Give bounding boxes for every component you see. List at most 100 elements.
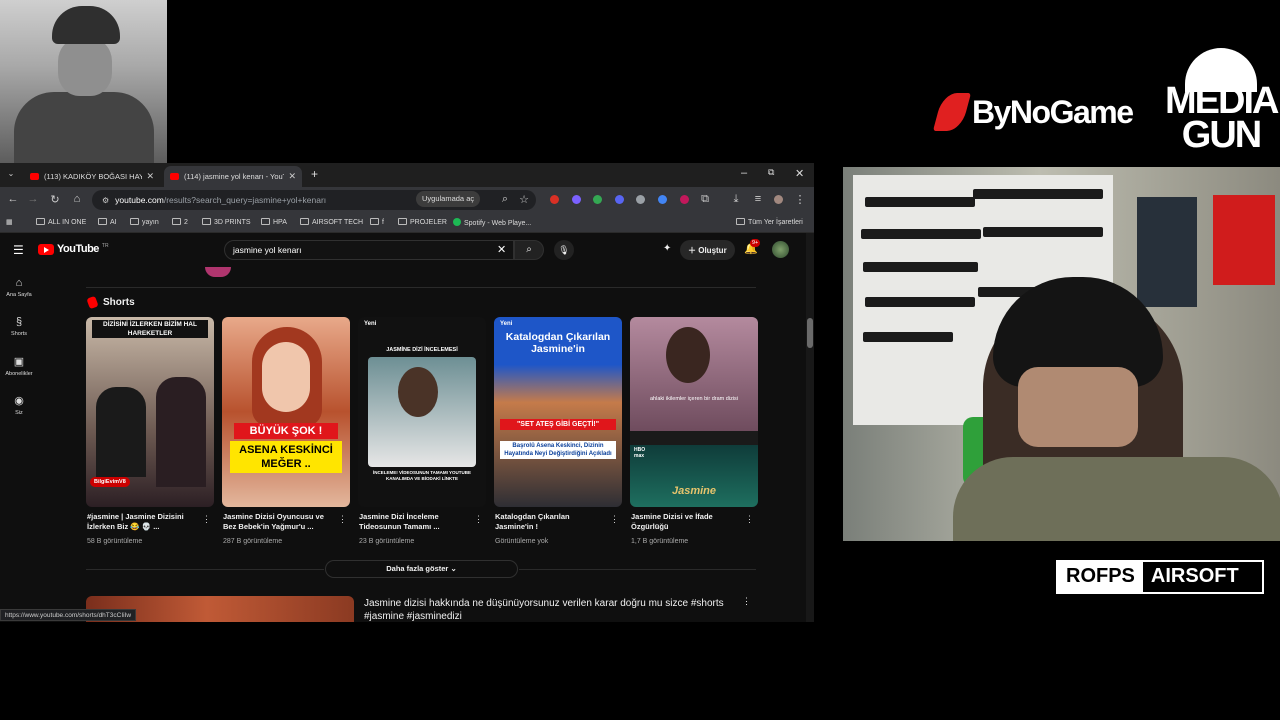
more-options-icon[interactable]: ⋮	[610, 514, 619, 525]
home-icon: ⌂	[15, 277, 23, 289]
short-card[interactable]: Yeni Katalogdan Çıkarılan Jasmine'in "SE…	[494, 317, 622, 507]
bookmark-item[interactable]: AI	[98, 218, 117, 226]
extension-icon[interactable]	[680, 195, 689, 204]
extensions-puzzle-icon[interactable]: ⧉	[698, 193, 712, 206]
short-card[interactable]: DİZİSİNİ İZLERKEN BİZİM HAL HAREKETLER B…	[86, 317, 214, 507]
youtube-favicon-icon	[30, 173, 39, 180]
short-title[interactable]: #jasmine | Jasmine Dizisini İzlerken Biz…	[87, 512, 202, 532]
bookmark-item[interactable]: Spotify - Web Playe...	[453, 218, 531, 227]
shorts-section-heading: Shorts	[86, 295, 135, 310]
tab-kadikoy[interactable]: (113) KADIKÖY BOĞASI HAYRE ✕	[24, 166, 160, 187]
bookmark-item[interactable]: HPA	[261, 218, 287, 226]
sidebar-item-home[interactable]: ⌂ Ana Sayfa	[0, 277, 38, 298]
short-views: 23 B görüntüleme	[359, 538, 415, 545]
youtube-logo[interactable]: YouTube TR	[38, 243, 109, 255]
open-in-app-button[interactable]: Uygulamada aç	[416, 191, 481, 207]
search-button[interactable]: ⌕	[514, 240, 544, 260]
chevron-down-icon: ⌄	[450, 564, 457, 573]
more-options-icon[interactable]: ⋮	[474, 514, 483, 525]
sidebar-item-shorts[interactable]: § Shorts	[0, 316, 38, 337]
extension-icon[interactable]	[636, 195, 645, 204]
webcam-feed	[843, 167, 1280, 541]
notification-badge: 9+	[750, 239, 761, 247]
new-tab-button[interactable]: +	[311, 167, 318, 181]
bookmark-item[interactable]: 2	[172, 218, 188, 226]
show-more-button[interactable]: Daha fazla göster ⌄	[325, 560, 518, 578]
more-options-icon[interactable]: ⋮	[742, 596, 751, 607]
bookmark-star-icon[interactable]: ☆	[517, 193, 531, 206]
browser-menu-icon[interactable]: ⋮	[793, 193, 807, 206]
youtube-page: ☰ YouTube TR jasmine yol kenarı ✕ ⌕ 🎙 ✦ …	[0, 233, 814, 622]
minimize-button[interactable]: –	[741, 167, 747, 179]
youtube-header: ☰ YouTube TR jasmine yol kenarı ✕ ⌕ 🎙 ✦ …	[0, 233, 806, 267]
sidebar-item-you[interactable]: ◉ Siz	[0, 394, 38, 416]
bookmark-item[interactable]: yayın	[130, 218, 159, 226]
short-title[interactable]: Jasmine Dizisi Oyuncusu ve Bez Bebek'in …	[223, 512, 338, 532]
avatar[interactable]	[772, 241, 789, 258]
create-button[interactable]: ＋ Oluştur	[680, 240, 735, 260]
tab-jasmine[interactable]: (114) jasmine yol kenarı - YouTu ✕	[164, 166, 302, 187]
site-info-icon[interactable]: ⚙	[102, 196, 109, 205]
clear-search-icon[interactable]: ✕	[497, 243, 506, 256]
shorts-icon: §	[15, 316, 23, 328]
more-options-icon[interactable]: ⋮	[338, 514, 347, 525]
short-title[interactable]: Jasmine Dizi İnceleme Tideosunun Tamamı …	[359, 512, 474, 532]
profile-avatar[interactable]	[774, 195, 783, 204]
bookmark-item[interactable]: AIRSOFT TECH	[300, 218, 363, 226]
close-window-button[interactable]: ✕	[795, 167, 804, 180]
short-views: 287 B görüntüleme	[223, 538, 283, 545]
microphone-icon[interactable]: 🎙	[554, 240, 574, 260]
rofps-airsoft-logo: ROFPS AIRSOFT	[1056, 560, 1264, 594]
download-icon[interactable]: ⤓	[729, 193, 743, 206]
bynogame-logo: ByNoGame	[932, 90, 1134, 134]
more-options-icon[interactable]: ⋮	[745, 514, 754, 525]
reload-icon[interactable]: ↻	[48, 193, 62, 206]
extension-icon[interactable]	[658, 195, 667, 204]
scrollbar-thumb[interactable]	[807, 318, 813, 348]
short-card[interactable]: ahlaki ikilemler içeren bir dram dizisi …	[630, 317, 758, 507]
shorts-logo-icon	[86, 295, 99, 310]
tab-search-icon[interactable]: ⌄	[4, 169, 18, 178]
section-divider	[519, 569, 756, 570]
zoom-icon[interactable]: ⌕	[498, 193, 512, 206]
more-options-icon[interactable]: ⋮	[202, 514, 211, 525]
maximize-button[interactable]: ⧉	[768, 167, 774, 178]
sparkle-icon[interactable]: ✦	[663, 243, 671, 254]
short-card[interactable]: Yeni JASMİNE DİZİ İNCELEMESİ İNCELEME! V…	[358, 317, 486, 507]
short-card[interactable]: BÜYÜK ŞOK ! ASENA KESKİNCİ MEĞER ..	[222, 317, 350, 507]
extension-icon[interactable]	[550, 195, 559, 204]
channel-avatar[interactable]	[205, 267, 231, 277]
forward-icon[interactable]: →	[26, 193, 40, 205]
extension-icon[interactable]	[572, 195, 581, 204]
tab-strip: ⌄ (113) KADIKÖY BOĞASI HAYRE ✕ (114) jas…	[0, 163, 814, 187]
extension-icon[interactable]	[593, 195, 602, 204]
media-control-icon[interactable]: ≡	[751, 193, 765, 205]
scrollbar[interactable]	[806, 233, 814, 622]
youtube-favicon-icon	[170, 173, 179, 180]
short-title[interactable]: Katalogdan Çıkarılan Jasmine'in !	[495, 512, 610, 532]
extension-icon[interactable]	[615, 195, 624, 204]
apps-grid-icon[interactable]: ▦	[6, 218, 13, 226]
sidebar-item-subscriptions[interactable]: ▣ Abonelikler	[0, 355, 38, 377]
section-divider	[86, 287, 756, 288]
bookmark-item[interactable]: f	[370, 218, 384, 226]
home-icon[interactable]: ⌂	[70, 193, 84, 205]
bookmark-item[interactable]: 3D PRINTS	[202, 218, 251, 226]
search-input[interactable]: jasmine yol kenarı	[224, 240, 514, 260]
close-tab-icon[interactable]: ✕	[146, 171, 154, 182]
close-tab-icon[interactable]: ✕	[288, 171, 296, 182]
bookmark-item[interactable]: ALL IN ONE	[36, 218, 86, 226]
browser-toolbar: ← → ↻ ⌂ ⚙ youtube.com/results?search_que…	[0, 187, 814, 213]
short-views: 58 B görüntüleme	[87, 538, 143, 545]
hamburger-menu-icon[interactable]: ☰	[13, 243, 24, 257]
status-url: https://www.youtube.com/shorts/dhT3cCIiI…	[0, 609, 137, 621]
video-title[interactable]: Jasmine dizisi hakkında ne düşünüyorsunu…	[364, 597, 734, 622]
bookmarks-bar: ▦ ALL IN ONE AI yayın 2 3D PRINTS HPA AI…	[0, 213, 814, 233]
subscriptions-icon: ▣	[13, 356, 25, 368]
all-bookmarks[interactable]: Tüm Yer İşaretleri	[736, 218, 803, 226]
portrait-image	[0, 0, 167, 163]
bookmark-item[interactable]: PROJELER	[398, 218, 447, 226]
you-icon: ◉	[14, 395, 24, 407]
short-title[interactable]: Jasmine Dizisi ve İfade Özgürlüğü	[631, 512, 746, 532]
back-icon[interactable]: ←	[6, 193, 20, 205]
